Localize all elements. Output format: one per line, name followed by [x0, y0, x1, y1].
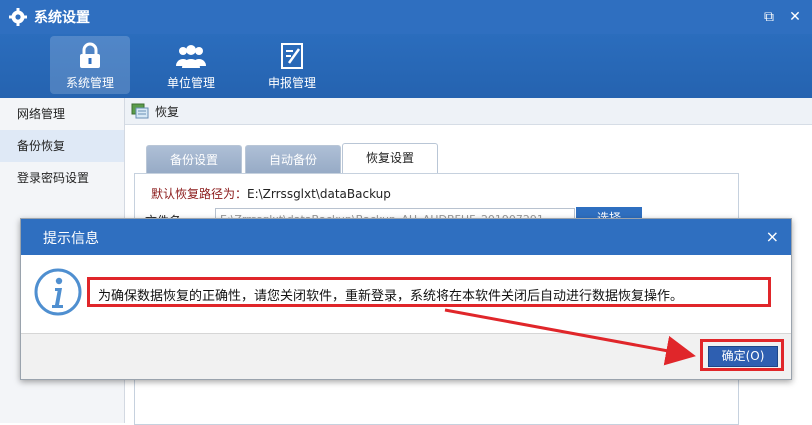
users-icon	[176, 45, 206, 68]
dialog-title: 提示信息	[43, 231, 99, 247]
info-icon	[34, 268, 82, 316]
ok-highlight-box: 确定(O)	[700, 339, 784, 371]
sidebar-item-backup-restore[interactable]: 备份恢复	[0, 130, 124, 162]
dialog-close-button[interactable]: ×	[766, 227, 779, 246]
dialog-title-bar: 提示信息 ×	[21, 219, 791, 255]
restore-icon	[131, 103, 149, 119]
ribbon-item-declaration-management[interactable]: 申报管理	[252, 36, 332, 94]
breadcrumb-label: 恢复	[155, 105, 180, 119]
message-highlight-box: 为确保数据恢复的正确性，请您关闭软件，重新登录，系统将在本软件关闭后自动进行数据…	[87, 277, 771, 307]
close-window-button[interactable]: ✕	[787, 9, 803, 25]
info-dialog: 提示信息 × 为确保数据恢复的正确性，请您关闭软件，重新登录，系统将在本软件关闭…	[20, 218, 792, 380]
tab-backup-settings[interactable]: 备份设置	[146, 145, 242, 174]
dialog-body: 为确保数据恢复的正确性，请您关闭软件，重新登录，系统将在本软件关闭后自动进行数据…	[21, 255, 791, 334]
restore-window-button[interactable]: ⧉	[761, 9, 777, 25]
tab-auto-backup[interactable]: 自动备份	[245, 145, 341, 174]
tab-restore-settings[interactable]: 恢复设置	[342, 143, 438, 174]
dialog-message: 为确保数据恢复的正确性，请您关闭软件，重新登录，系统将在本软件关闭后自动进行数据…	[98, 289, 684, 304]
lock-icon	[80, 42, 100, 68]
sidebar-item-login-password[interactable]: 登录密码设置	[0, 162, 124, 194]
breadcrumb: 恢复	[125, 98, 812, 125]
ribbon-item-label: 单位管理	[166, 76, 215, 90]
window-title: 系统设置	[34, 10, 90, 26]
ribbon-item-label: 系统管理	[65, 76, 114, 90]
gear-icon	[9, 8, 27, 26]
ribbon-toolbar: 系统管理 单位管理 申报管理	[0, 34, 812, 98]
default-restore-path: 默认恢复路径为：E:\Zrrssglxt\dataBackup	[151, 185, 391, 202]
ok-button[interactable]: 确定(O)	[708, 346, 778, 367]
ribbon-item-label: 申报管理	[267, 76, 316, 90]
form-edit-icon	[281, 43, 303, 69]
sidebar-item-network[interactable]: 网络管理	[0, 98, 124, 130]
path-label: 默认恢复路径为：	[151, 187, 248, 201]
ribbon-item-unit-management[interactable]: 单位管理	[151, 36, 231, 94]
title-bar: 系统设置 ⧉ ✕	[0, 0, 812, 34]
ribbon-item-system-management[interactable]: 系统管理	[50, 36, 130, 94]
path-value: E:\Zrrssglxt\dataBackup	[247, 187, 391, 201]
